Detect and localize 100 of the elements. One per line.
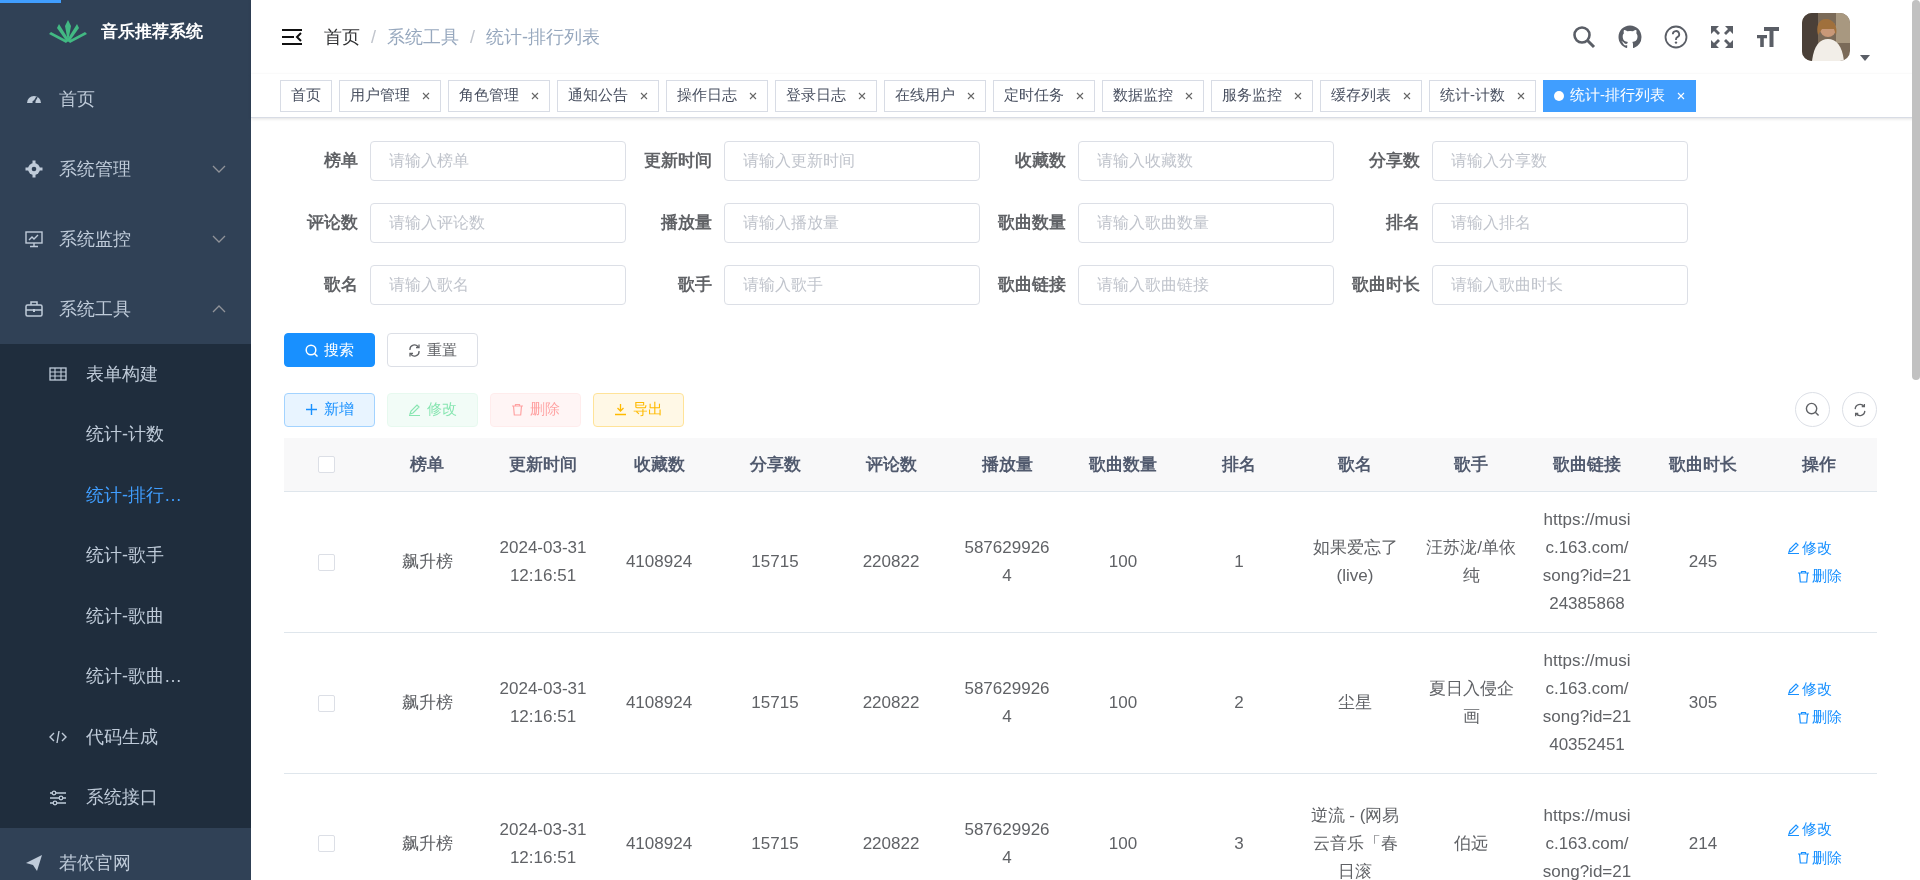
search-icon[interactable] bbox=[1572, 25, 1596, 49]
column-header: 歌曲数量 bbox=[1087, 453, 1158, 476]
table-cell-text: 逆流 - (网易云音乐「春日滚 bbox=[1310, 804, 1400, 880]
tab[interactable]: 缓存列表 bbox=[1320, 79, 1422, 112]
sidebar-item[interactable]: 表单构建 bbox=[0, 344, 251, 405]
input-field[interactable]: 请输入播放量 bbox=[724, 203, 980, 243]
table-cell-text: 3 bbox=[1234, 832, 1244, 855]
column-header: 评论数 bbox=[864, 453, 918, 476]
monitor-icon bbox=[25, 230, 43, 248]
column-header: 歌曲时长 bbox=[1667, 453, 1738, 476]
help-icon[interactable] bbox=[1664, 25, 1688, 49]
close-icon bbox=[1677, 91, 1685, 100]
table-cell-text: 2024-03-31 12:16:51 bbox=[498, 678, 588, 728]
input-field[interactable]: 请输入歌曲数量 bbox=[1078, 203, 1334, 243]
gear-icon bbox=[25, 160, 43, 178]
refresh-button[interactable] bbox=[1842, 392, 1877, 427]
sidebar-item[interactable]: 统计-歌曲 bbox=[0, 586, 251, 647]
input-field[interactable]: 请输入排名 bbox=[1432, 203, 1688, 243]
tab[interactable]: 角色管理 bbox=[448, 79, 550, 112]
tab[interactable]: 在线用户 bbox=[884, 79, 986, 112]
close-icon bbox=[640, 91, 648, 100]
tab[interactable]: 首页 bbox=[280, 79, 332, 112]
sidebar-item[interactable]: 系统监控 bbox=[0, 204, 251, 274]
tab[interactable]: 服务监控 bbox=[1211, 79, 1313, 112]
table-cell-text: 2 bbox=[1234, 692, 1244, 714]
refresh-icon bbox=[1852, 402, 1867, 417]
scrollbar[interactable] bbox=[1912, 0, 1920, 380]
search-toggle-button[interactable] bbox=[1795, 392, 1830, 427]
table-cell-text: 220822 bbox=[862, 551, 920, 573]
tab[interactable]: 登录日志 bbox=[775, 79, 877, 112]
close-icon bbox=[1294, 91, 1302, 100]
tab[interactable]: 数据监控 bbox=[1102, 79, 1204, 112]
table-cell-text: 2024-03-31 12:16:51 bbox=[498, 537, 588, 587]
sidebar-item[interactable]: 系统接口 bbox=[0, 767, 251, 828]
close-icon bbox=[1517, 91, 1525, 100]
table-cell-text: 305 bbox=[1688, 692, 1718, 714]
sidebar-item[interactable]: 统计-计数 bbox=[0, 404, 251, 465]
close-icon bbox=[1076, 91, 1084, 100]
field-label: 歌曲链接 bbox=[996, 274, 1067, 297]
trash-icon bbox=[1796, 569, 1810, 583]
table-cell-text: https://music.163.com/song?id=2124385868 bbox=[1542, 509, 1632, 615]
pencil-icon bbox=[408, 403, 421, 416]
field-label: 分享数 bbox=[1368, 150, 1421, 173]
github-icon[interactable] bbox=[1618, 25, 1642, 49]
field-label: 评论数 bbox=[305, 212, 359, 235]
input-field[interactable]: 请输入更新时间 bbox=[724, 141, 980, 181]
column-header: 更新时间 bbox=[508, 453, 578, 476]
input-field[interactable]: 请输入收藏数 bbox=[1078, 141, 1334, 181]
input-field[interactable]: 请输入评论数 bbox=[370, 203, 626, 243]
font-size-icon[interactable] bbox=[1756, 25, 1780, 49]
checkbox[interactable] bbox=[318, 835, 335, 852]
checkbox[interactable] bbox=[318, 694, 335, 712]
sidebar-item[interactable]: 统计-歌手 bbox=[0, 525, 251, 586]
sidebar-item[interactable]: 统计-排行… bbox=[0, 465, 251, 526]
table-cell-text: 4108924 bbox=[625, 692, 693, 714]
app-title: 音乐推荐系统 bbox=[100, 21, 203, 44]
tab[interactable]: 定时任务 bbox=[993, 79, 1095, 112]
checkbox[interactable] bbox=[318, 456, 335, 473]
input-field[interactable]: 请输入歌手 bbox=[724, 265, 980, 305]
table-cell-text: 飙升榜 bbox=[401, 551, 453, 573]
field-label: 更新时间 bbox=[643, 150, 713, 173]
input-field[interactable]: 请输入榜单 bbox=[370, 141, 626, 181]
close-icon bbox=[1403, 91, 1411, 100]
fullscreen-icon[interactable] bbox=[1710, 25, 1734, 49]
sidebar-item[interactable]: 统计-歌曲… bbox=[0, 646, 251, 707]
trash-icon bbox=[1796, 710, 1810, 724]
toolbox-icon bbox=[25, 300, 43, 318]
input-field[interactable]: 请输入歌名 bbox=[370, 265, 626, 305]
checkbox[interactable] bbox=[318, 553, 335, 571]
table-cell-text: 1 bbox=[1234, 551, 1244, 573]
input-field[interactable]: 请输入歌曲链接 bbox=[1078, 265, 1334, 305]
input-field[interactable]: 请输入分享数 bbox=[1432, 141, 1688, 181]
tab[interactable]: 统计-计数 bbox=[1429, 79, 1536, 112]
send-icon bbox=[25, 854, 43, 872]
sidebar-item[interactable]: 系统工具 bbox=[0, 274, 251, 344]
download-icon bbox=[614, 403, 627, 416]
table-cell-text: https://music.163.com/song?id=2140352451 bbox=[1542, 650, 1632, 756]
close-icon bbox=[1185, 91, 1193, 100]
caret-down-icon[interactable] bbox=[1860, 55, 1870, 61]
column-header: 歌手 bbox=[1452, 453, 1489, 476]
field-label: 歌曲时长 bbox=[1350, 274, 1421, 297]
menu-icon[interactable] bbox=[282, 28, 302, 46]
sidebar-item[interactable]: 系统管理 bbox=[0, 134, 251, 204]
sidebar-item[interactable]: 代码生成 bbox=[0, 707, 251, 768]
table-cell-text: 夏日入侵企画 bbox=[1427, 678, 1515, 728]
logo-icon bbox=[48, 20, 87, 44]
column-header: 操作 bbox=[1800, 453, 1837, 476]
tab[interactable]: 通知公告 bbox=[557, 79, 659, 112]
close-icon bbox=[422, 91, 430, 100]
reset-button[interactable]: 重置 bbox=[387, 333, 478, 367]
breadcrumb-item[interactable]: 首页 bbox=[324, 23, 360, 51]
table-cell-text: 飙升榜 bbox=[401, 832, 453, 855]
tab[interactable]: 操作日志 bbox=[666, 79, 768, 112]
column-header: 分享数 bbox=[748, 453, 802, 476]
input-field[interactable]: 请输入歌曲时长 bbox=[1432, 265, 1688, 305]
trash-icon bbox=[1796, 851, 1810, 865]
sidebar-item[interactable]: 若依官网 bbox=[0, 828, 251, 880]
sidebar-item[interactable]: 首页 bbox=[0, 64, 251, 134]
breadcrumb-item: 统计-排行列表 bbox=[486, 25, 601, 49]
tab[interactable]: 用户管理 bbox=[339, 79, 441, 112]
